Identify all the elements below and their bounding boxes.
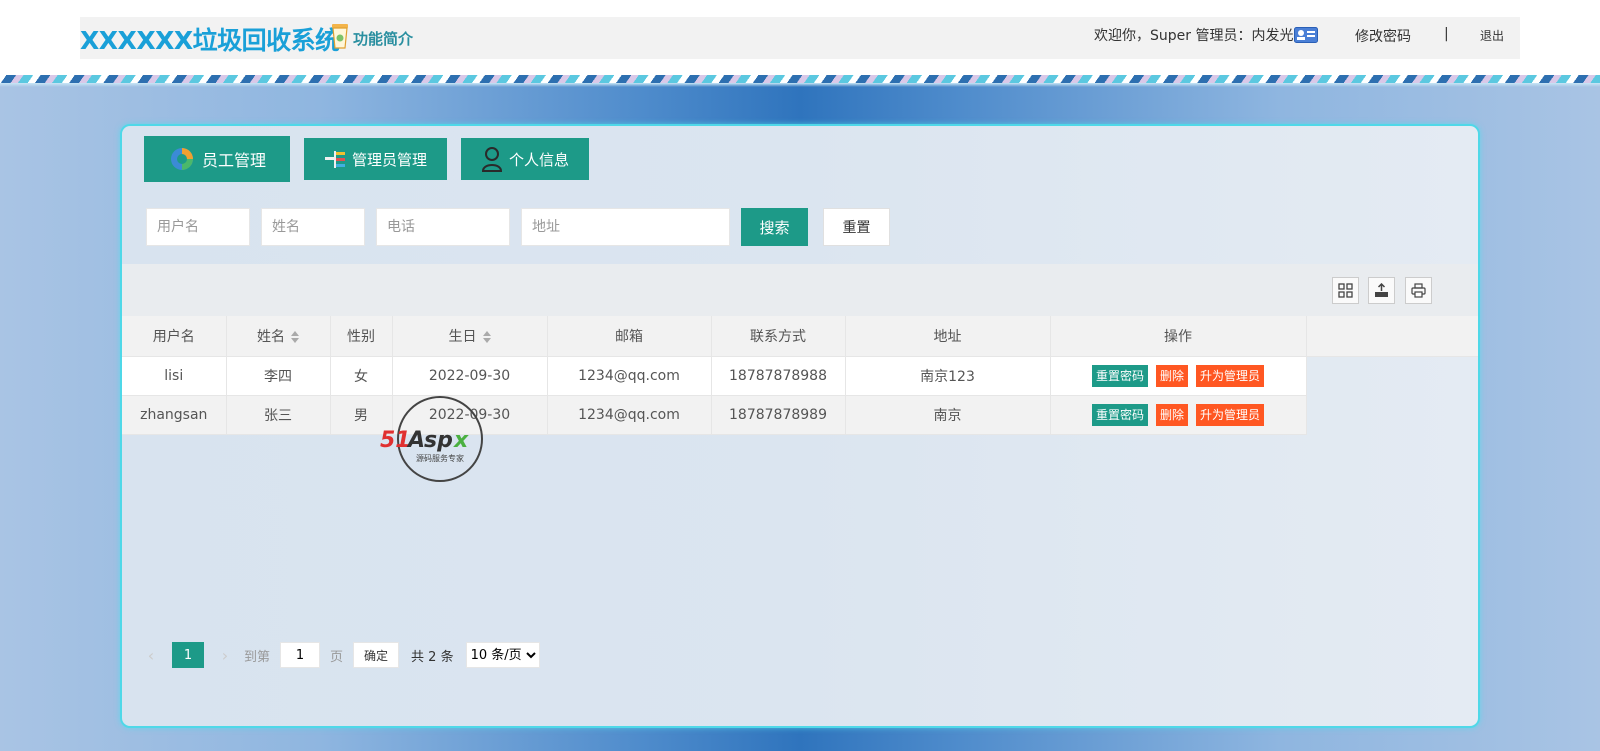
watermark-brand-a: A [406, 428, 425, 453]
divider: | [1444, 26, 1449, 42]
current-page[interactable]: 1 [172, 642, 204, 668]
watermark-tagline: 源码服务专家 [416, 453, 464, 463]
tab-personal-info[interactable]: 个人信息 [461, 138, 590, 180]
pagination: ‹ 1 › 到第 页 确定 共 2 条 10 条/页 [140, 642, 540, 668]
id-card-icon [1294, 27, 1319, 43]
cell-birthday: 2022-09-30 [392, 356, 548, 396]
welcome-label: 欢迎你，Super 管理员：内发光 [1094, 28, 1294, 44]
address-search-input[interactable] [521, 208, 730, 246]
header-bar: XXXXXX垃圾回收系统 功能简介 欢迎你，Super 管理员：内发光 修改密码… [80, 17, 1520, 59]
goto-suffix: 页 [330, 649, 344, 665]
employee-icon [168, 145, 196, 173]
person-icon [481, 146, 503, 172]
logout-link[interactable]: 退出 [1480, 27, 1504, 44]
column-header-address: 地址 [845, 316, 1051, 357]
search-button[interactable]: 搜索 [741, 208, 808, 246]
page-size-select[interactable]: 10 条/页 [465, 642, 540, 668]
promote-admin-button[interactable]: 升为管理员 [1196, 403, 1265, 426]
delete-button[interactable]: 删除 [1155, 364, 1188, 387]
column-header-phone: 联系方式 [711, 316, 846, 357]
intro-link[interactable]: 功能简介 [330, 23, 413, 53]
total-count: 共 2 条 [411, 649, 454, 665]
tab-admin-management[interactable]: 管理员管理 [304, 138, 448, 180]
employee-table: 用户名 姓名 性别 生日 邮箱 联系方式 地址 操作 lisi 李四 女 202… [122, 316, 1478, 435]
main-panel: 员工管理 管理员管理 个人信息 用户名 姓名 电话 地址 搜索 重置 用户名 姓… [120, 124, 1480, 728]
column-header-label: 姓名 [257, 328, 285, 345]
table-row: lisi 李四 女 2022-09-30 1234@qq.com 1878787… [122, 356, 1478, 396]
tab-label: 个人信息 [509, 150, 570, 169]
goto-prefix: 到第 [244, 649, 271, 665]
column-header-actions: 操作 [1050, 316, 1307, 357]
columns-icon[interactable] [1332, 277, 1359, 304]
export-icon[interactable] [1368, 277, 1395, 304]
column-header-name[interactable]: 姓名 [226, 316, 331, 357]
tab-employee-management[interactable]: 员工管理 [144, 136, 291, 182]
delete-button[interactable]: 删除 [1155, 403, 1188, 426]
watermark-brand-sp: sp [424, 428, 453, 453]
name-search-input[interactable] [261, 208, 365, 246]
username-search-input[interactable] [146, 208, 250, 246]
app-title: XXXXXX垃圾回收系统 [80, 26, 340, 55]
decorative-glow [0, 83, 1600, 87]
watermark-brand-x: x [453, 428, 469, 453]
column-header-label: 生日 [448, 328, 477, 345]
column-header-username: 用户名 [122, 316, 227, 357]
cell-name: 李四 [226, 356, 331, 396]
cell-actions: 重置密码 删除 升为管理员 [1050, 356, 1307, 396]
search-bar: 搜索 重置 [146, 208, 890, 246]
tab-label: 员工管理 [202, 151, 267, 170]
watermark-brand-51: 51 [380, 428, 411, 453]
column-header-email: 邮箱 [547, 316, 712, 357]
phone-search-input[interactable] [376, 208, 510, 246]
reset-password-button[interactable]: 重置密码 [1091, 364, 1148, 387]
cell-email: 1234@qq.com [547, 356, 712, 396]
table-header-row: 用户名 姓名 性别 生日 邮箱 联系方式 地址 操作 [122, 316, 1478, 357]
cup-icon [330, 23, 350, 53]
print-icon[interactable] [1405, 277, 1432, 304]
sort-icon[interactable] [291, 330, 299, 343]
cell-name: 张三 [226, 395, 331, 435]
cell-email: 1234@qq.com [547, 395, 712, 435]
column-header-spacer [1306, 316, 1478, 357]
watermark-logo: 51 A sp x 源码服务专家 [378, 393, 508, 485]
cell-address: 南京123 [845, 356, 1051, 396]
welcome-text: 欢迎你，Super 管理员：内发光 [1094, 25, 1319, 45]
next-page-button[interactable]: › [214, 646, 236, 665]
reset-password-button[interactable]: 重置密码 [1091, 403, 1148, 426]
top-header: XXXXXX垃圾回收系统 功能简介 欢迎你，Super 管理员：内发光 修改密码… [0, 0, 1600, 75]
admin-icon [324, 149, 346, 169]
goto-page-input[interactable] [280, 642, 321, 668]
cell-address: 南京 [845, 395, 1051, 435]
reset-button[interactable]: 重置 [823, 208, 890, 246]
table-row: zhangsan 张三 男 2022-09-30 1234@qq.com 187… [122, 395, 1478, 435]
tab-label: 管理员管理 [352, 150, 428, 169]
sort-icon[interactable] [482, 330, 491, 343]
table-toolbar [122, 264, 1478, 316]
cell-phone: 18787878988 [711, 356, 846, 396]
row-spacer [1306, 395, 1478, 434]
cell-actions: 重置密码 删除 升为管理员 [1050, 395, 1307, 435]
goto-confirm-button[interactable]: 确定 [353, 642, 400, 668]
prev-page-button[interactable]: ‹ [140, 646, 162, 665]
column-header-birthday[interactable]: 生日 [392, 316, 548, 357]
column-header-gender: 性别 [330, 316, 393, 357]
cell-phone: 18787878989 [711, 395, 846, 435]
row-spacer [1306, 356, 1478, 395]
cell-username: zhangsan [122, 395, 227, 435]
intro-label: 功能简介 [353, 29, 414, 48]
decorative-stripe [0, 75, 1600, 83]
promote-admin-button[interactable]: 升为管理员 [1196, 364, 1265, 387]
tab-bar: 员工管理 管理员管理 个人信息 [144, 136, 603, 182]
change-password-link[interactable]: 修改密码 [1355, 26, 1411, 46]
cell-username: lisi [122, 356, 227, 396]
cell-gender: 女 [330, 356, 393, 396]
